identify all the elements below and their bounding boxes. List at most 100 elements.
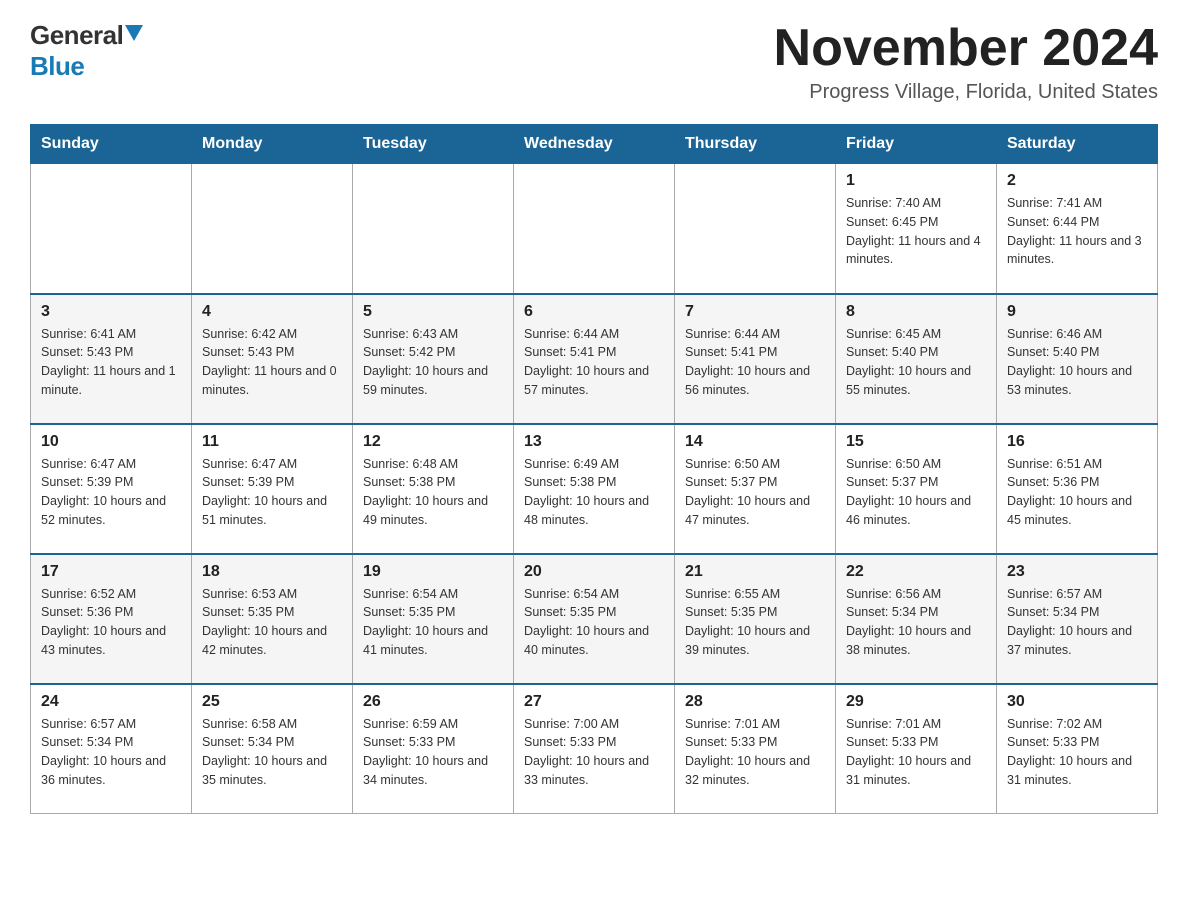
- day-detail: Sunrise: 6:53 AM Sunset: 5:35 PM Dayligh…: [202, 585, 342, 660]
- calendar-cell: [514, 164, 675, 294]
- day-number: 3: [41, 303, 181, 321]
- day-number: 1: [846, 172, 986, 190]
- month-title: November 2024: [774, 20, 1158, 77]
- day-detail: Sunrise: 6:44 AM Sunset: 5:41 PM Dayligh…: [685, 325, 825, 400]
- calendar-cell: 17 Sunrise: 6:52 AM Sunset: 5:36 PM Dayli…: [31, 554, 192, 684]
- header-day-saturday: Saturday: [997, 125, 1158, 164]
- calendar-week-5: 24 Sunrise: 6:57 AM Sunset: 5:34 PM Dayli…: [31, 684, 1158, 814]
- day-detail: Sunrise: 6:52 AM Sunset: 5:36 PM Dayligh…: [41, 585, 181, 660]
- day-detail: Sunrise: 6:48 AM Sunset: 5:38 PM Dayligh…: [363, 455, 503, 530]
- header-day-friday: Friday: [836, 125, 997, 164]
- calendar-cell: 7 Sunrise: 6:44 AM Sunset: 5:41 PM Daylig…: [675, 294, 836, 424]
- day-detail: Sunrise: 6:41 AM Sunset: 5:43 PM Dayligh…: [41, 325, 181, 400]
- day-number: 29: [846, 693, 986, 711]
- day-detail: Sunrise: 7:01 AM Sunset: 5:33 PM Dayligh…: [846, 715, 986, 790]
- calendar-header: SundayMondayTuesdayWednesdayThursdayFrid…: [31, 125, 1158, 164]
- day-number: 10: [41, 433, 181, 451]
- calendar-cell: 23 Sunrise: 6:57 AM Sunset: 5:34 PM Dayli…: [997, 554, 1158, 684]
- day-number: 18: [202, 563, 342, 581]
- day-number: 15: [846, 433, 986, 451]
- calendar-cell: 3 Sunrise: 6:41 AM Sunset: 5:43 PM Daylig…: [31, 294, 192, 424]
- day-number: 9: [1007, 303, 1147, 321]
- day-number: 17: [41, 563, 181, 581]
- day-detail: Sunrise: 7:02 AM Sunset: 5:33 PM Dayligh…: [1007, 715, 1147, 790]
- day-number: 11: [202, 433, 342, 451]
- day-detail: Sunrise: 6:51 AM Sunset: 5:36 PM Dayligh…: [1007, 455, 1147, 530]
- day-detail: Sunrise: 6:42 AM Sunset: 5:43 PM Dayligh…: [202, 325, 342, 400]
- calendar-cell: 11 Sunrise: 6:47 AM Sunset: 5:39 PM Dayli…: [192, 424, 353, 554]
- calendar-cell: 1 Sunrise: 7:40 AM Sunset: 6:45 PM Daylig…: [836, 164, 997, 294]
- day-number: 7: [685, 303, 825, 321]
- location: Progress Village, Florida, United States: [774, 81, 1158, 104]
- day-detail: Sunrise: 6:54 AM Sunset: 5:35 PM Dayligh…: [524, 585, 664, 660]
- calendar-cell: 14Sunrise: 6:50 AM Sunset: 5:37 PM Dayli…: [675, 424, 836, 554]
- header-row: SundayMondayTuesdayWednesdayThursdayFrid…: [31, 125, 1158, 164]
- calendar-cell: [192, 164, 353, 294]
- day-detail: Sunrise: 7:00 AM Sunset: 5:33 PM Dayligh…: [524, 715, 664, 790]
- logo-blue-text: Blue: [30, 51, 84, 81]
- day-detail: Sunrise: 7:41 AM Sunset: 6:44 PM Dayligh…: [1007, 194, 1147, 269]
- day-number: 8: [846, 303, 986, 321]
- day-number: 13: [524, 433, 664, 451]
- logo: General Blue: [30, 20, 143, 82]
- calendar-week-2: 3 Sunrise: 6:41 AM Sunset: 5:43 PM Daylig…: [31, 294, 1158, 424]
- day-number: 20: [524, 563, 664, 581]
- day-detail: Sunrise: 6:57 AM Sunset: 5:34 PM Dayligh…: [41, 715, 181, 790]
- day-number: 27: [524, 693, 664, 711]
- calendar-cell: 5Sunrise: 6:43 AM Sunset: 5:42 PM Daylig…: [353, 294, 514, 424]
- day-detail: Sunrise: 6:55 AM Sunset: 5:35 PM Dayligh…: [685, 585, 825, 660]
- day-detail: Sunrise: 6:54 AM Sunset: 5:35 PM Dayligh…: [363, 585, 503, 660]
- calendar-cell: 4 Sunrise: 6:42 AM Sunset: 5:43 PM Daylig…: [192, 294, 353, 424]
- day-number: 24: [41, 693, 181, 711]
- day-number: 30: [1007, 693, 1147, 711]
- day-number: 4: [202, 303, 342, 321]
- header: General Blue November 2024 Progress Vill…: [30, 20, 1158, 104]
- calendar-cell: 6 Sunrise: 6:44 AM Sunset: 5:41 PM Daylig…: [514, 294, 675, 424]
- day-detail: Sunrise: 7:01 AM Sunset: 5:33 PM Dayligh…: [685, 715, 825, 790]
- day-number: 28: [685, 693, 825, 711]
- day-number: 23: [1007, 563, 1147, 581]
- logo-triangle-icon: [125, 25, 143, 41]
- calendar-cell: 15 Sunrise: 6:50 AM Sunset: 5:37 PM Dayli…: [836, 424, 997, 554]
- day-number: 6: [524, 303, 664, 321]
- day-detail: Sunrise: 6:58 AM Sunset: 5:34 PM Dayligh…: [202, 715, 342, 790]
- calendar-cell: 10Sunrise: 6:47 AM Sunset: 5:39 PM Dayli…: [31, 424, 192, 554]
- day-detail: Sunrise: 6:46 AM Sunset: 5:40 PM Dayligh…: [1007, 325, 1147, 400]
- calendar-cell: 12Sunrise: 6:48 AM Sunset: 5:38 PM Dayli…: [353, 424, 514, 554]
- calendar-cell: 21 Sunrise: 6:55 AM Sunset: 5:35 PM Dayli…: [675, 554, 836, 684]
- calendar-cell: 26 Sunrise: 6:59 AM Sunset: 5:33 PM Dayli…: [353, 684, 514, 814]
- header-day-wednesday: Wednesday: [514, 125, 675, 164]
- day-detail: Sunrise: 6:45 AM Sunset: 5:40 PM Dayligh…: [846, 325, 986, 400]
- day-detail: Sunrise: 6:59 AM Sunset: 5:33 PM Dayligh…: [363, 715, 503, 790]
- calendar-cell: 2 Sunrise: 7:41 AM Sunset: 6:44 PM Daylig…: [997, 164, 1158, 294]
- header-day-tuesday: Tuesday: [353, 125, 514, 164]
- day-number: 16: [1007, 433, 1147, 451]
- day-number: 14: [685, 433, 825, 451]
- calendar-week-4: 17 Sunrise: 6:52 AM Sunset: 5:36 PM Dayli…: [31, 554, 1158, 684]
- day-detail: Sunrise: 6:50 AM Sunset: 5:37 PM Dayligh…: [846, 455, 986, 530]
- calendar-week-3: 10 Sunrise: 6:47 AM Sunset: 5:39 PM Dayli…: [31, 424, 1158, 554]
- day-number: 2: [1007, 172, 1147, 190]
- calendar-cell: 22 Sunrise: 6:56 AM Sunset: 5:34 PM Dayli…: [836, 554, 997, 684]
- day-number: 21: [685, 563, 825, 581]
- calendar-cell: 8 Sunrise: 6:45 AM Sunset: 5:40 PM Daylig…: [836, 294, 997, 424]
- day-detail: Sunrise: 7:40 AM Sunset: 6:45 PM Dayligh…: [846, 194, 986, 269]
- calendar-cell: 20 Sunrise: 6:54 AM Sunset: 5:35 PM Dayli…: [514, 554, 675, 684]
- day-detail: Sunrise: 6:56 AM Sunset: 5:34 PM Dayligh…: [846, 585, 986, 660]
- calendar-cell: 19 Sunrise: 6:54 AM Sunset: 5:35 PM Dayli…: [353, 554, 514, 684]
- day-detail: Sunrise: 6:57 AM Sunset: 5:34 PM Dayligh…: [1007, 585, 1147, 660]
- day-number: 19: [363, 563, 503, 581]
- header-day-monday: Monday: [192, 125, 353, 164]
- calendar-body: 1 Sunrise: 7:40 AM Sunset: 6:45 PM Daylig…: [31, 164, 1158, 814]
- calendar-cell: 13Sunrise: 6:49 AM Sunset: 5:38 PM Dayli…: [514, 424, 675, 554]
- day-detail: Sunrise: 6:44 AM Sunset: 5:41 PM Dayligh…: [524, 325, 664, 400]
- day-number: 22: [846, 563, 986, 581]
- header-day-thursday: Thursday: [675, 125, 836, 164]
- calendar-cell: 25 Sunrise: 6:58 AM Sunset: 5:34 PM Dayli…: [192, 684, 353, 814]
- calendar-cell: [675, 164, 836, 294]
- day-number: 26: [363, 693, 503, 711]
- day-number: 25: [202, 693, 342, 711]
- day-detail: Sunrise: 6:47 AM Sunset: 5:39 PM Dayligh…: [202, 455, 342, 530]
- title-area: November 2024 Progress Village, Florida,…: [774, 20, 1158, 104]
- header-day-sunday: Sunday: [31, 125, 192, 164]
